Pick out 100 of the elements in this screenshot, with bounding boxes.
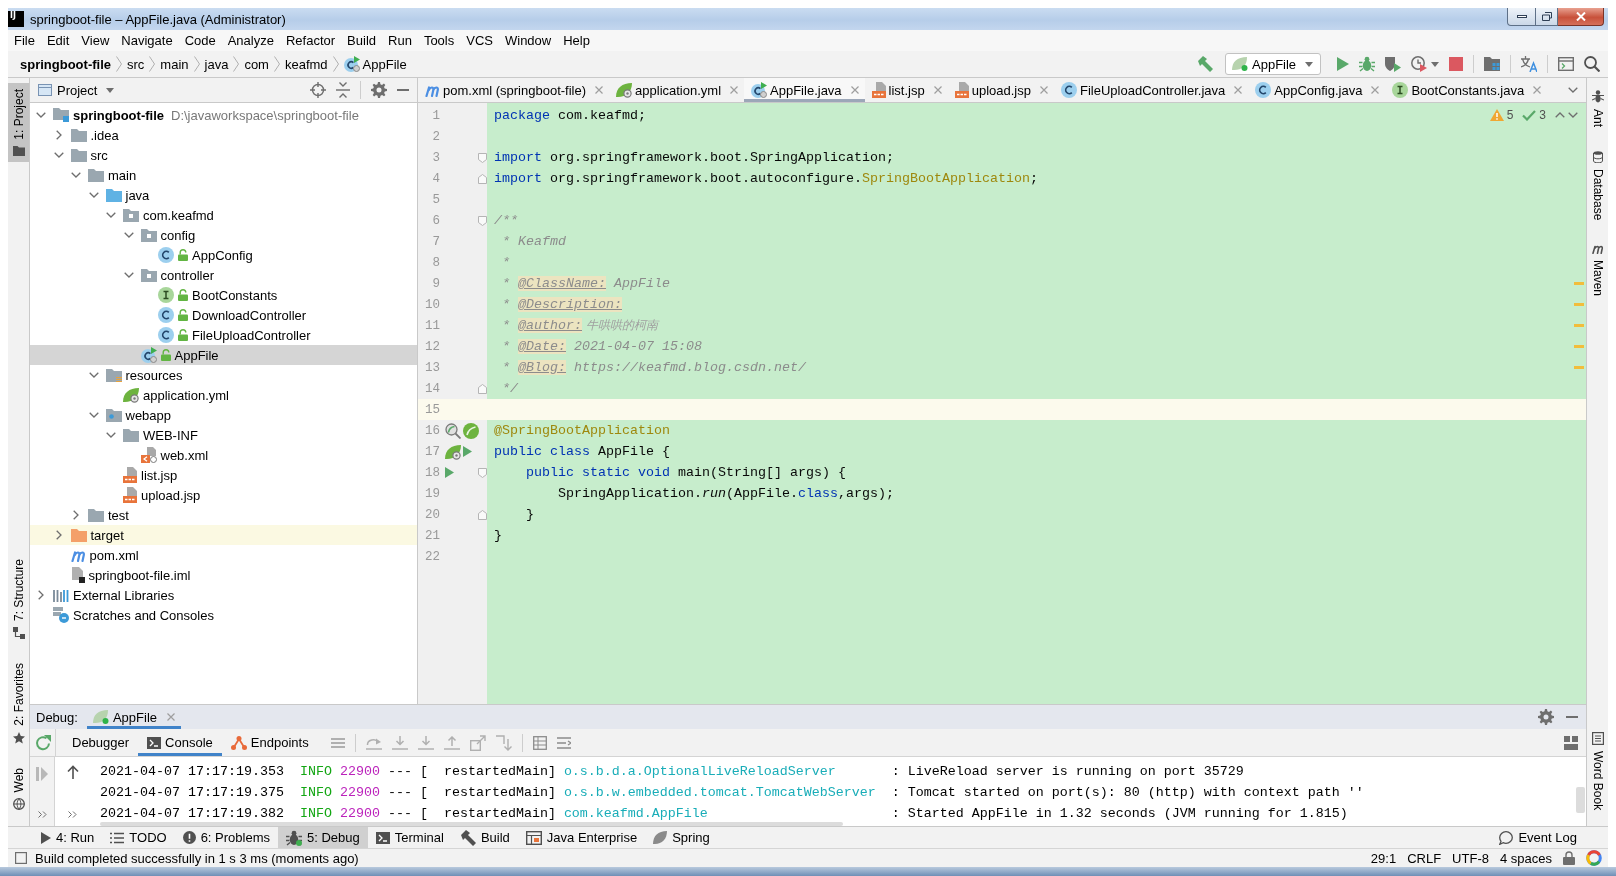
menu-item[interactable]: VCS	[460, 30, 499, 51]
chevron-right-icon[interactable]	[55, 130, 62, 140]
menu-item[interactable]: Edit	[40, 30, 76, 51]
folder-grid-icon[interactable]	[1484, 57, 1500, 71]
tree-item[interactable]: upload.jsp	[30, 485, 417, 505]
tree-item[interactable]: controller	[30, 265, 417, 285]
status-item[interactable]: UTF-8	[1452, 850, 1489, 866]
breadcrumb-item[interactable]: main	[160, 56, 189, 72]
status-item[interactable]: 29:1	[1370, 850, 1397, 866]
arrow-up-icon[interactable]	[66, 765, 79, 779]
breadcrumb-item[interactable]: java	[204, 56, 229, 72]
close-icon[interactable]	[1040, 86, 1048, 94]
breadcrumb-item[interactable]: src	[127, 56, 145, 72]
close-icon[interactable]	[730, 86, 739, 94]
chevron-down-icon[interactable]	[106, 212, 116, 218]
tree-item[interactable]: AppFile	[30, 345, 417, 365]
tree-item[interactable]: External Libraries	[30, 585, 417, 605]
tool-window-button[interactable]: 5: Debug	[278, 827, 368, 848]
editor-tab[interactable]: application.yml	[609, 78, 745, 102]
breadcrumb-item[interactable]: springboot-file	[20, 56, 111, 72]
shield-play-icon[interactable]	[1385, 56, 1401, 72]
editor-tab[interactable]: AppConfig.java	[1248, 78, 1386, 102]
editor-tab[interactable]: FileUploadController.java	[1054, 78, 1249, 102]
run-configuration-dropdown[interactable]: AppFile	[1225, 53, 1321, 75]
debug-tab[interactable]: Console	[138, 729, 222, 756]
tool-window-button[interactable]: Build	[451, 827, 518, 848]
clock-play-icon[interactable]	[1411, 56, 1427, 72]
menu-item[interactable]: File	[8, 30, 41, 51]
close-button[interactable]	[1558, 8, 1604, 26]
tool-window-tab[interactable]: Maven	[1587, 238, 1608, 303]
menu-item[interactable]: Code	[178, 30, 222, 51]
chevron-down-icon[interactable]	[71, 172, 81, 178]
editor-tab[interactable]: AppFile.java	[744, 78, 865, 102]
tree-item[interactable]: springboot-file.iml	[30, 565, 417, 585]
editor-tab[interactable]: list.jsp	[864, 78, 948, 102]
layout-icon[interactable]	[1564, 735, 1578, 750]
tree-item[interactable]: AppConfig	[30, 245, 417, 265]
tree-item[interactable]: java	[30, 185, 417, 205]
tool-window-button[interactable]: TODO	[102, 827, 175, 848]
menu-item[interactable]: Build	[341, 30, 382, 51]
chevron-down-icon[interactable]	[123, 232, 134, 238]
tree-item[interactable]: resources	[30, 365, 417, 385]
editor-tab[interactable]: BootConstants.java	[1385, 78, 1548, 102]
menu-item[interactable]: Tools	[417, 30, 461, 51]
menu-item[interactable]: Run	[382, 30, 418, 51]
caret-down-icon[interactable]	[1431, 61, 1439, 67]
tool-window-tab[interactable]: Database	[1587, 145, 1608, 227]
chevron-down-icon[interactable]	[1568, 112, 1578, 118]
tool-window-tab[interactable]: Web	[8, 761, 29, 816]
chevron-right-icon[interactable]	[38, 590, 44, 600]
fold-marker-icon[interactable]	[478, 173, 487, 184]
crosshair-icon[interactable]	[310, 82, 326, 98]
close-icon[interactable]	[933, 86, 942, 94]
window-icon[interactable]	[1558, 57, 1574, 71]
list-icon[interactable]	[556, 736, 571, 749]
minimize-button[interactable]	[1507, 8, 1536, 26]
tool-window-button[interactable]: Spring	[645, 827, 718, 848]
chevron-down-icon[interactable]	[88, 192, 99, 198]
tree-item[interactable]: target	[30, 525, 417, 545]
menu-item[interactable]: Navigate	[115, 30, 179, 51]
tree-item[interactable]: config	[30, 225, 417, 245]
tree-item[interactable]: DownloadController	[30, 305, 417, 325]
tree-item[interactable]: main	[30, 165, 417, 185]
circular-arrow-icon[interactable]	[34, 734, 51, 751]
tree-item[interactable]: Scratches and Consoles	[30, 605, 417, 625]
double-chevron-icon[interactable]	[37, 811, 47, 818]
chevron-down-icon[interactable]	[36, 112, 46, 118]
menu-item[interactable]: Window	[498, 30, 558, 51]
tool-window-tab[interactable]: 2: Favorites	[8, 656, 29, 750]
tool-window-button[interactable]: 4: Run	[33, 827, 103, 848]
close-icon[interactable]	[850, 86, 859, 94]
play-icon[interactable]	[1337, 57, 1349, 71]
tool-window-tab[interactable]: 1: Project	[8, 83, 29, 162]
menu-item[interactable]: View	[75, 30, 116, 51]
fold-marker-icon[interactable]	[478, 215, 487, 226]
tree-item[interactable]: BootConstants	[30, 285, 417, 305]
close-icon[interactable]	[167, 713, 175, 721]
padlock-icon[interactable]	[1563, 851, 1575, 865]
fold-marker-icon[interactable]	[478, 383, 487, 394]
scrollbar-thumb[interactable]	[1576, 787, 1585, 813]
play-icon[interactable]	[463, 446, 472, 457]
hammer-icon[interactable]	[1197, 56, 1213, 72]
tree-item[interactable]: src	[30, 145, 417, 165]
tree-item[interactable]: springboot-file D:\javaworkspace\springboot-file	[30, 105, 417, 125]
play-icon[interactable]	[445, 467, 454, 478]
tool-window-button[interactable]: Terminal	[367, 827, 452, 848]
tree-item[interactable]: com.keafmd	[30, 205, 417, 225]
chevron-up-icon[interactable]	[1555, 112, 1565, 118]
chevron-down-icon[interactable]	[88, 372, 99, 378]
table-icon[interactable]	[532, 735, 547, 750]
tree-item[interactable]: test	[30, 505, 417, 525]
fold-marker-icon[interactable]	[478, 152, 487, 163]
debug-tab[interactable]: Debugger	[63, 729, 139, 756]
bug-icon[interactable]	[1359, 56, 1375, 72]
status-item[interactable]: 4 spaces	[1499, 850, 1552, 866]
event-log-button[interactable]: Event Log	[1491, 827, 1585, 848]
chevron-down-icon[interactable]	[106, 432, 116, 438]
search-icon[interactable]	[1584, 56, 1600, 72]
close-icon[interactable]	[1533, 86, 1542, 94]
chevron-down-icon[interactable]	[53, 152, 64, 158]
